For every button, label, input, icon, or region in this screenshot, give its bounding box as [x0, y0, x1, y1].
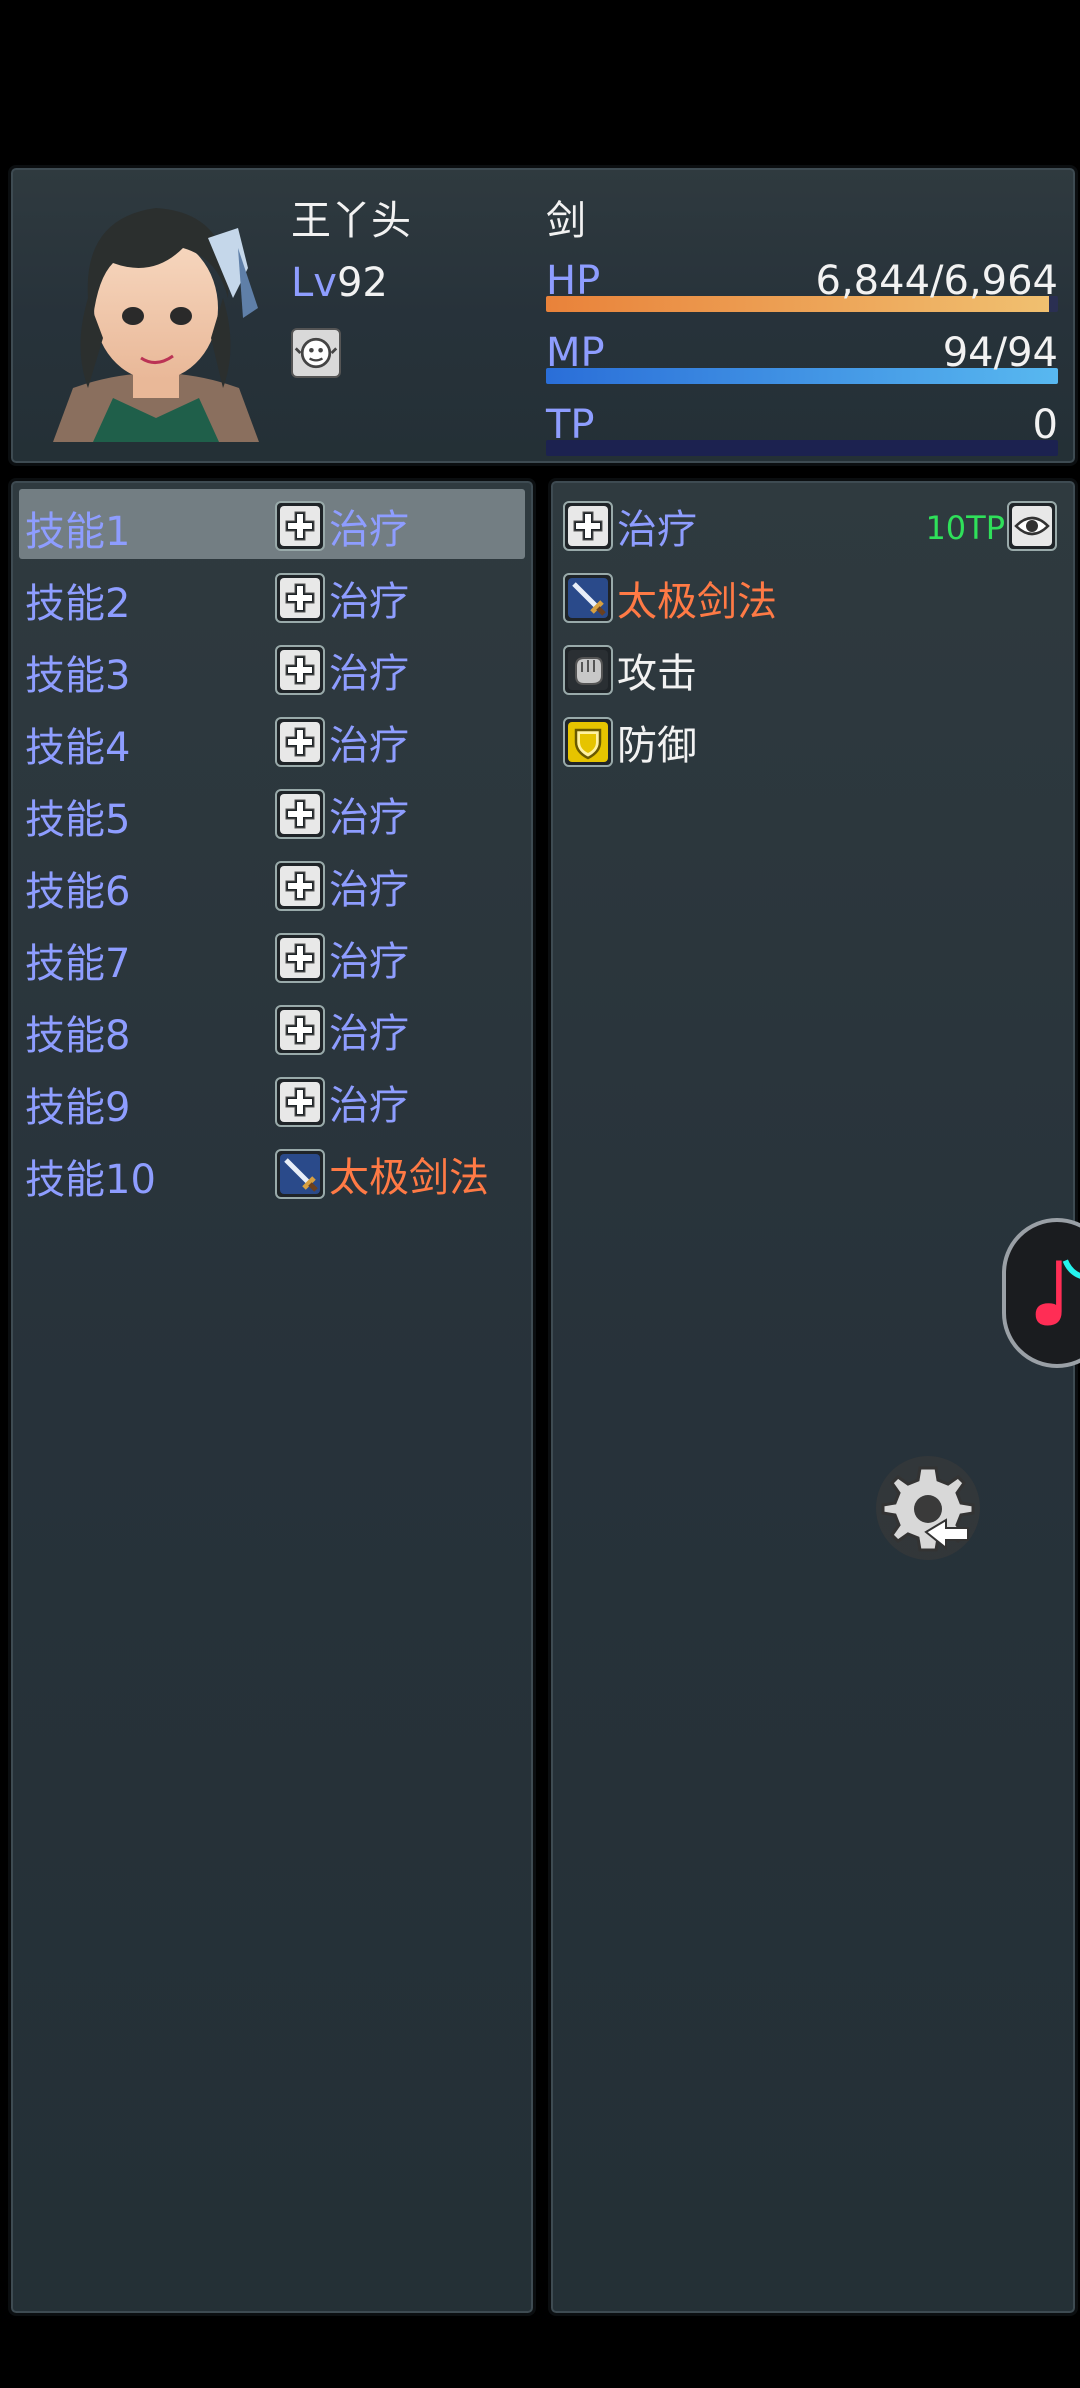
assigned-skill-name: 治疗 — [329, 1083, 409, 1129]
level-label: Lv — [291, 260, 337, 306]
shield-icon — [563, 717, 613, 767]
skill-item-name: 太极剑法 — [617, 579, 777, 625]
eye-icon — [1007, 501, 1057, 551]
tp-label: TP — [546, 402, 595, 448]
actor-name: 王丫头 — [291, 198, 411, 244]
heal-cross-icon — [275, 789, 325, 839]
skill-slot-7[interactable]: 技能7 治疗 — [19, 921, 525, 991]
skill-item-name: 防御 — [617, 723, 697, 769]
heal-cross-icon — [275, 501, 325, 551]
skill-item-content: 防御 — [563, 713, 697, 771]
gear-back-icon — [876, 1456, 980, 1560]
skill-item-content: 太极剑法 — [563, 569, 777, 627]
skill-slot-label: 技能8 — [25, 1013, 131, 1059]
hp-label: HP — [546, 258, 601, 304]
music-note-icon — [1035, 1259, 1080, 1326]
skill-item-4[interactable]: 防御 — [563, 705, 1063, 775]
heal-cross-icon — [275, 933, 325, 983]
skill-slot-assigned: 治疗 — [275, 857, 409, 915]
skill-slot-2[interactable]: 技能2 治疗 — [19, 561, 525, 631]
skill-slot-9[interactable]: 技能9 治疗 — [19, 1065, 525, 1135]
skill-item-3[interactable]: 攻击 — [563, 633, 1063, 703]
heal-cross-icon — [275, 717, 325, 767]
skill-slot-label: 技能3 — [25, 653, 131, 699]
skill-slot-label: 技能10 — [25, 1157, 156, 1203]
tp-gauge: TP 0 — [546, 402, 1058, 462]
available-skill-list[interactable]: 治疗 10TP 太极剑法攻击防御 — [548, 478, 1078, 2316]
assigned-skill-name: 治疗 — [329, 939, 409, 985]
skill-slot-label: 技能4 — [25, 725, 131, 771]
heal-cross-icon — [275, 1005, 325, 1055]
skill-item-name: 攻击 — [617, 651, 697, 697]
skill-item-content: 治疗 — [563, 497, 697, 555]
assigned-skill-name: 治疗 — [329, 867, 409, 913]
skill-slot-4[interactable]: 技能4 治疗 — [19, 705, 525, 775]
assigned-skill-name: 治疗 — [329, 723, 409, 769]
skill-slot-label: 技能1 — [25, 509, 131, 555]
skill-slot-5[interactable]: 技能5 治疗 — [19, 777, 525, 847]
hp-value: 6,844/6,964 — [815, 258, 1059, 304]
skill-slot-assigned: 治疗 — [275, 929, 409, 987]
assigned-skill-name: 治疗 — [329, 651, 409, 697]
hp-gauge: HP 6,844/6,964 — [546, 258, 1058, 318]
skill-slot-label: 技能5 — [25, 797, 131, 843]
skill-slot-10[interactable]: 技能10 太极剑法 — [19, 1137, 525, 1207]
skill-item-2[interactable]: 太极剑法 — [563, 561, 1063, 631]
floating-app-tab[interactable] — [1002, 1218, 1080, 1368]
skill-slot-assigned: 治疗 — [275, 569, 409, 627]
skill-tp-cost: 10TP — [925, 509, 1005, 547]
assigned-skill-name: 太极剑法 — [329, 1155, 489, 1201]
skill-slot-assigned: 治疗 — [275, 497, 409, 555]
skill-slot-assigned: 治疗 — [275, 713, 409, 771]
state-face-icon — [291, 328, 341, 378]
skill-slot-8[interactable]: 技能8 治疗 — [19, 993, 525, 1063]
level-value: 92 — [336, 260, 388, 306]
skill-slot-list[interactable]: 技能1 治疗 技能2 治疗 技能3 治疗 技能4 治疗 技能5 治疗 技能6 治疗 技能7 治疗 技能8 治疗… — [8, 478, 536, 2316]
assigned-skill-name: 治疗 — [329, 507, 409, 553]
sword-icon — [275, 1149, 325, 1199]
mp-label: MP — [546, 330, 605, 376]
assigned-skill-name: 治疗 — [329, 579, 409, 625]
assigned-skill-name: 治疗 — [329, 1011, 409, 1057]
sword-icon — [563, 573, 613, 623]
skill-slot-assigned: 治疗 — [275, 785, 409, 843]
skill-slot-6[interactable]: 技能6 治疗 — [19, 849, 525, 919]
skill-item-1[interactable]: 治疗 10TP — [563, 489, 1063, 559]
assigned-skill-name: 治疗 — [329, 795, 409, 841]
heal-cross-icon — [275, 645, 325, 695]
skill-item-name: 治疗 — [617, 507, 697, 553]
actor-class: 剑 — [546, 198, 586, 244]
skill-slot-label: 技能9 — [25, 1085, 131, 1131]
actor-level: Lv92 — [291, 260, 388, 306]
skill-slot-label: 技能6 — [25, 869, 131, 915]
skill-item-content: 攻击 — [563, 641, 697, 699]
skill-slot-assigned: 治疗 — [275, 641, 409, 699]
tp-gauge-track — [546, 440, 1058, 456]
heal-cross-icon — [275, 573, 325, 623]
heal-cross-icon — [563, 501, 613, 551]
skill-slot-label: 技能7 — [25, 941, 131, 987]
heal-cross-icon — [275, 861, 325, 911]
skill-slot-assigned: 治疗 — [275, 1001, 409, 1059]
actor-portrait — [33, 188, 279, 442]
skill-slot-1[interactable]: 技能1 治疗 — [19, 489, 525, 559]
settings-back-button[interactable] — [868, 1450, 988, 1570]
mp-value: 94/94 — [942, 330, 1058, 376]
skill-slot-assigned: 太极剑法 — [275, 1145, 489, 1203]
mp-gauge: MP 94/94 — [546, 330, 1058, 390]
heal-cross-icon — [275, 1077, 325, 1127]
actor-status-panel: 王丫头 剑 Lv92 HP 6,844/6,964 MP 94/94 TP 0 — [8, 165, 1078, 466]
fist-icon — [563, 645, 613, 695]
skill-slot-3[interactable]: 技能3 治疗 — [19, 633, 525, 703]
skill-slot-label: 技能2 — [25, 581, 131, 627]
tp-value: 0 — [1032, 402, 1058, 448]
skill-slot-assigned: 治疗 — [275, 1073, 409, 1131]
